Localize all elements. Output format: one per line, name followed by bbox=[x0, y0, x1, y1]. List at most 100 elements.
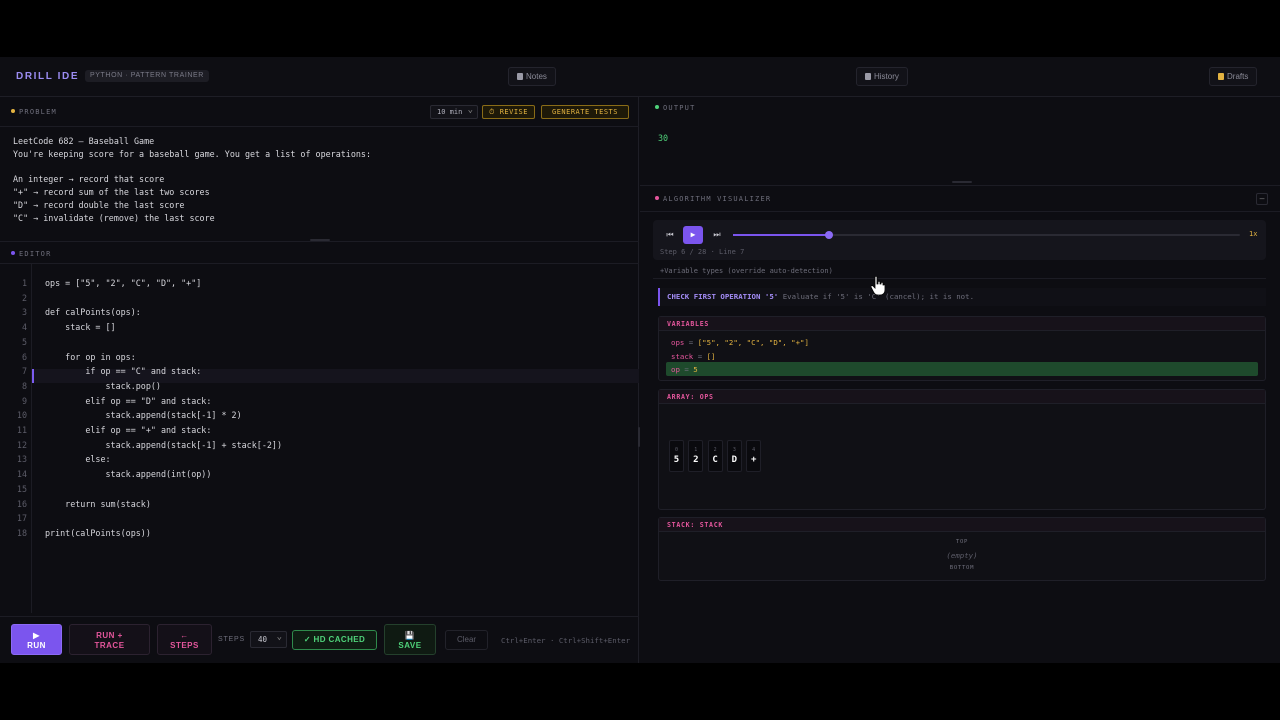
skip-back-icon[interactable]: ⏮ bbox=[661, 227, 679, 243]
array-cell: 05 bbox=[669, 440, 684, 472]
current-variable-highlight bbox=[666, 362, 1258, 376]
steps-label: STEPS bbox=[218, 636, 245, 643]
generate-tests-button[interactable]: GENERATE TESTS bbox=[541, 105, 629, 119]
array-card: ARRAY: OPS 0 5 1 2 2 C 3 D 4 + bbox=[658, 389, 1266, 510]
line-number: 17 bbox=[16, 513, 27, 524]
array-value: 2 bbox=[693, 455, 699, 465]
code-line: elif op == "+" and stack: bbox=[45, 425, 212, 435]
variable-value: 5 bbox=[693, 365, 698, 375]
code-line: stack = [] bbox=[45, 322, 116, 333]
line-number: 18 bbox=[16, 527, 27, 538]
save-button[interactable]: 💾 SAVE bbox=[384, 624, 436, 655]
notes-icon bbox=[517, 73, 523, 80]
code-line: stack.append(int(op)) bbox=[45, 469, 212, 480]
clear-button[interactable]: Clear bbox=[445, 630, 488, 650]
code-line: stack.append(stack[-1] * 2) bbox=[45, 410, 242, 421]
skip-forward-icon[interactable]: ⏭ bbox=[708, 227, 726, 243]
code-line: ops = ["5", "2", "C", "D", "+"] bbox=[45, 278, 202, 288]
variable-row: stack = [] bbox=[671, 352, 716, 361]
notes-button[interactable]: Notes bbox=[508, 67, 556, 86]
variables-card: VARIABLES ops = ["5", "2", "C", "D", "+"… bbox=[658, 316, 1266, 381]
equals-sign: = bbox=[684, 338, 698, 347]
array-value: 5 bbox=[673, 455, 680, 465]
app-window: DRILL IDE PYTHON · PATTERN TRAINER Notes… bbox=[0, 57, 1280, 663]
hand-cursor-icon bbox=[871, 276, 885, 296]
code-line: for op in ops: bbox=[45, 351, 136, 362]
code-line: else: bbox=[45, 454, 111, 465]
save-icon: 💾 bbox=[404, 631, 416, 640]
array-value: + bbox=[750, 455, 757, 465]
divider bbox=[653, 278, 1266, 279]
status-dot bbox=[11, 109, 15, 113]
status-dot bbox=[655, 105, 659, 109]
hd-cached-button[interactable]: ✓ HD CACHED bbox=[292, 630, 377, 650]
array-index: 4 bbox=[752, 447, 756, 453]
step-info: Step 6 / 28 · Line 7 bbox=[660, 248, 745, 256]
status-dot bbox=[11, 251, 15, 255]
array-index: 1 bbox=[694, 447, 698, 453]
time-select[interactable]: 10 min bbox=[430, 104, 478, 119]
slider-thumb[interactable] bbox=[825, 231, 834, 239]
brand-title: DRILL IDE bbox=[16, 71, 80, 82]
array-value: D bbox=[731, 455, 738, 465]
editor-section-title: EDITOR bbox=[11, 250, 52, 258]
steps-select[interactable]: 40 bbox=[250, 630, 287, 648]
code-line: def calPoints(ops): bbox=[45, 307, 141, 318]
stack-top-label: TOP bbox=[955, 539, 969, 545]
right-pane: OUTPUT 30 ALGORITHM VISUALIZER – ⏮ ▶ ⏭ 1… bbox=[640, 97, 1280, 663]
run-trace-button[interactable]: RUN + TRACE bbox=[69, 624, 150, 655]
line-number: 9 bbox=[21, 395, 27, 406]
code-editor[interactable]: 1 2 3 4 5 6 7 8 9 10 11 12 13 14 15 16 17 18 ops = ["5", … bbox=[0, 264, 639, 613]
revise-button[interactable]: ⏱ REVISE bbox=[482, 105, 535, 119]
visualizer-section-title: ALGORITHM VISUALIZER bbox=[655, 195, 771, 203]
stack-empty-label: (empty) bbox=[946, 551, 978, 560]
drafts-button[interactable]: Drafts bbox=[1209, 67, 1258, 86]
equals-sign: = bbox=[693, 351, 707, 361]
code-line: print(calPoints(ops)) bbox=[45, 527, 151, 538]
array-index: 0 bbox=[674, 447, 678, 453]
run-button[interactable]: ▶ RUN bbox=[11, 624, 62, 655]
status-dot bbox=[655, 196, 659, 200]
code-line: elif op == "D" and stack: bbox=[45, 395, 212, 406]
line-number: 4 bbox=[21, 322, 27, 333]
visualizer-header: ALGORITHM VISUALIZER – bbox=[640, 185, 1280, 212]
line-number: 11 bbox=[16, 425, 27, 435]
array-cell: 12 bbox=[688, 440, 704, 472]
line-number: 15 bbox=[16, 483, 27, 494]
chart-icon bbox=[865, 73, 871, 80]
line-number: 7 bbox=[21, 366, 27, 377]
line-number: 2 bbox=[21, 292, 27, 303]
step-slider[interactable] bbox=[733, 231, 1240, 239]
variable-value: [] bbox=[706, 351, 716, 361]
problem-section-title: PROBLEM bbox=[11, 108, 57, 116]
resize-handle[interactable] bbox=[952, 181, 972, 183]
line-number: 8 bbox=[21, 380, 27, 391]
play-button[interactable]: ▶ bbox=[683, 226, 703, 244]
notes-label: Notes bbox=[526, 72, 547, 81]
stack-bottom-label: BOTTOM bbox=[949, 565, 975, 571]
line-number: 5 bbox=[21, 336, 27, 347]
slider-fill bbox=[733, 234, 830, 236]
history-button[interactable]: History bbox=[856, 67, 908, 86]
line-number: 13 bbox=[16, 454, 27, 465]
problem-text: LeetCode 682 — Baseball Game You're keep… bbox=[13, 136, 371, 223]
history-label: History bbox=[874, 72, 899, 81]
arrow-left-icon: ← bbox=[180, 631, 189, 640]
code-line: return sum(stack) bbox=[45, 498, 151, 509]
speed-control[interactable]: 1x bbox=[1249, 230, 1257, 238]
brand-badge: PYTHON · PATTERN TRAINER bbox=[85, 70, 209, 82]
run-trace-label: RUN + TRACE bbox=[94, 631, 125, 650]
steps-button[interactable]: ← STEPS bbox=[157, 624, 212, 655]
output-section-title: OUTPUT bbox=[655, 104, 696, 112]
array-cell: 4 + bbox=[746, 440, 762, 472]
variable-types-toggle[interactable]: +Variable types (override auto-detection… bbox=[660, 267, 833, 275]
variable-row: ops = ["5", "2", "C", "D", "+"] bbox=[671, 338, 809, 347]
variable-name: stack bbox=[671, 351, 694, 361]
line-number: 16 bbox=[16, 498, 27, 509]
step-player: ⏮ ▶ ⏭ 1x Step 6 / 28 · Line 7 bbox=[653, 220, 1266, 260]
line-number: 6 bbox=[21, 351, 27, 362]
array-index: 2 bbox=[713, 447, 717, 453]
variable-name: ops bbox=[671, 338, 685, 347]
collapse-button[interactable]: – bbox=[1256, 193, 1268, 205]
equals-sign: = bbox=[679, 365, 694, 375]
